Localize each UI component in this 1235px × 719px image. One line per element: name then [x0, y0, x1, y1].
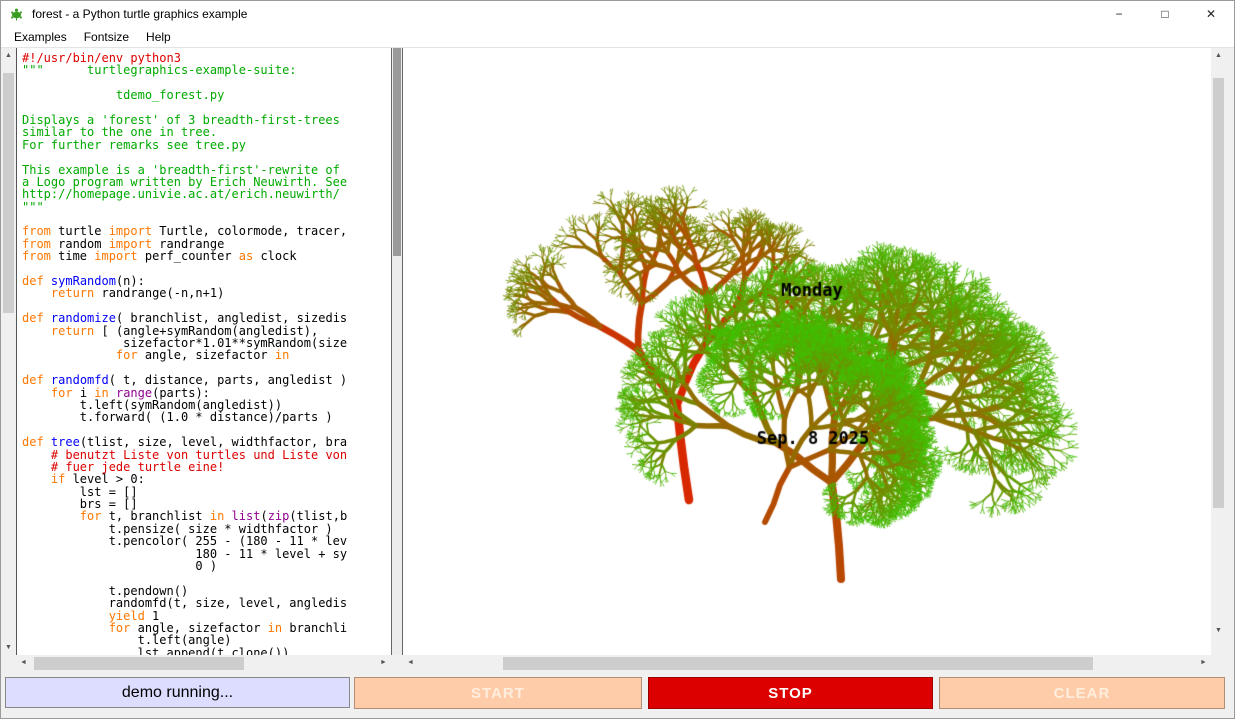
code-line: 0 )	[22, 560, 391, 572]
code-line: for angle, sizefactor in	[22, 349, 391, 361]
code-line: http://homepage.univie.ac.at/erich.neuwi…	[22, 188, 391, 200]
scrollbar-corner	[1211, 638, 1226, 672]
turtle-canvas[interactable]	[403, 48, 1211, 655]
close-button[interactable]: ✕	[1188, 1, 1234, 27]
code-line: from time import perf_counter as clock	[22, 250, 391, 262]
code-hscrollbar-track[interactable]	[31, 655, 376, 672]
scroll-left-icon[interactable]: ◄	[16, 655, 31, 670]
scroll-down-icon[interactable]: ▼	[1211, 623, 1226, 638]
scroll-left-icon[interactable]: ◄	[403, 655, 418, 670]
canvas-hscrollbar-track[interactable]	[418, 655, 1196, 672]
menu-item-fontsize[interactable]: Fontsize	[78, 28, 135, 46]
scroll-down-icon[interactable]: ▼	[1, 640, 16, 655]
window-controls: − □ ✕	[1096, 1, 1234, 27]
code-line: For further remarks see tree.py	[22, 139, 391, 151]
sash-scroll-thumb[interactable]	[393, 48, 401, 256]
code-vscrollbar[interactable]: ▲ ▼	[1, 48, 16, 655]
window-title: forest - a Python turtle graphics exampl…	[32, 7, 247, 21]
scroll-up-icon[interactable]: ▲	[1211, 48, 1226, 63]
code-line: """ turtlegraphics-example-suite:	[22, 64, 391, 76]
titlebar: forest - a Python turtle graphics exampl…	[1, 1, 1234, 27]
scroll-right-icon[interactable]: ►	[376, 655, 391, 670]
scrollbar-corner	[1, 655, 16, 672]
scroll-up-icon[interactable]: ▲	[1, 48, 16, 63]
maximize-button[interactable]: □	[1142, 1, 1188, 27]
canvas-frame	[403, 48, 1211, 655]
turtle-icon	[9, 7, 24, 22]
minimize-button[interactable]: −	[1096, 1, 1142, 27]
canvas-vscrollbar[interactable]: ▲ ▼	[1211, 48, 1226, 638]
code-hscrollbar[interactable]: ◄ ►	[16, 655, 391, 672]
start-button[interactable]: START	[354, 677, 642, 709]
menubar: Examples Fontsize Help	[1, 27, 1234, 48]
code-hscrollbar-thumb[interactable]	[34, 657, 244, 670]
canvas-hscrollbar-thumb[interactable]	[503, 657, 1093, 670]
code-line: """	[22, 201, 391, 213]
pane-sash[interactable]	[391, 48, 403, 655]
scroll-right-icon[interactable]: ►	[1196, 655, 1211, 670]
canvas-hscrollbar[interactable]: ◄ ►	[403, 655, 1211, 672]
app-window: forest - a Python turtle graphics exampl…	[0, 0, 1235, 719]
code-line: lst.append(t.clone())	[22, 647, 391, 655]
canvas-vscrollbar-thumb[interactable]	[1213, 78, 1224, 508]
menu-item-examples[interactable]: Examples	[8, 28, 73, 46]
canvas-vscrollbar-track[interactable]	[1211, 63, 1226, 623]
stop-button[interactable]: STOP	[648, 677, 933, 709]
code-vscrollbar-thumb[interactable]	[3, 73, 14, 313]
code-line: return randrange(-n,n+1)	[22, 287, 391, 299]
code-text[interactable]: #!/usr/bin/env python3""" turtlegraphics…	[16, 48, 391, 655]
menu-item-help[interactable]: Help	[140, 28, 177, 46]
code-line: t.forward( (1.0 * distance)/parts )	[22, 411, 391, 423]
clear-button[interactable]: CLEAR	[939, 677, 1225, 709]
code-line: tdemo_forest.py	[22, 89, 391, 101]
code-vscrollbar-track[interactable]	[1, 63, 16, 640]
status-message: demo running...	[5, 677, 350, 708]
